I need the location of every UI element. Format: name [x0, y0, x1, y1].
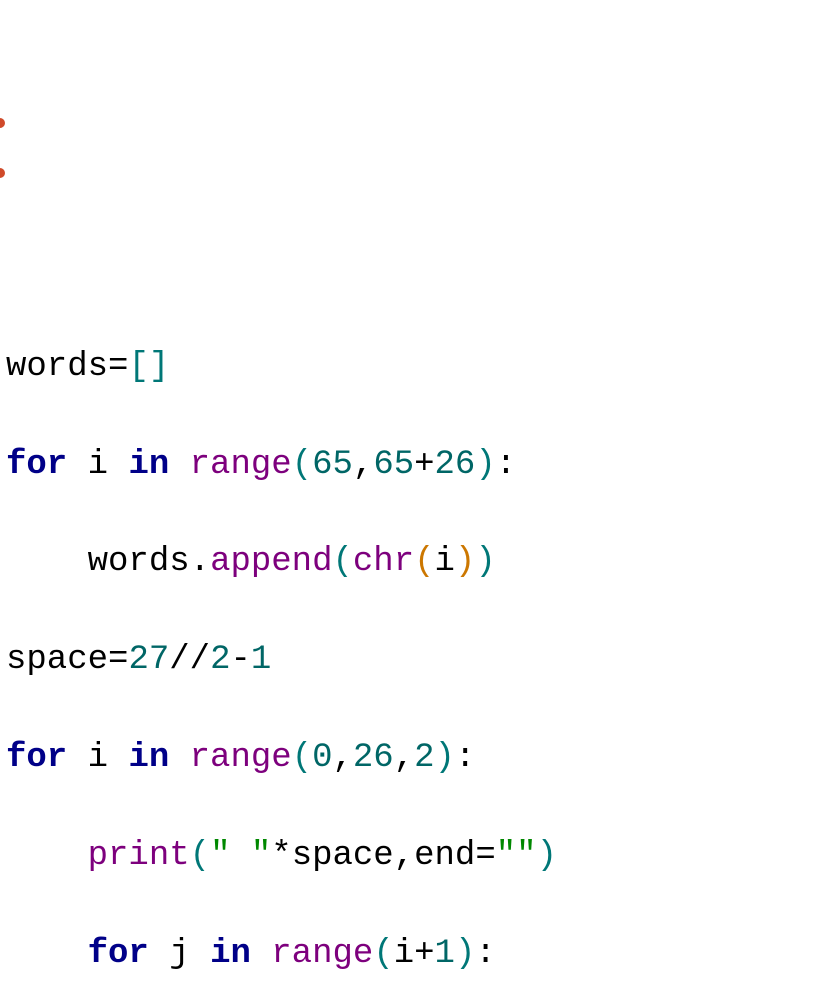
- paren-close: ): [435, 739, 455, 777]
- number-literal: 26: [435, 446, 476, 484]
- number-literal: 2: [210, 641, 230, 679]
- builtin-chr: chr: [353, 543, 414, 581]
- keyword-for: for: [6, 446, 67, 484]
- code-line[interactable]: for i in range(0,26,2):: [6, 734, 808, 783]
- keyword-in: in: [128, 446, 169, 484]
- identifier: i: [88, 739, 108, 777]
- indent: [6, 935, 88, 973]
- keyword-for: for: [6, 739, 67, 777]
- builtin-range: range: [271, 935, 373, 973]
- keyword-for: for: [88, 935, 149, 973]
- number-literal: 1: [251, 641, 271, 679]
- number-literal: 65: [312, 446, 353, 484]
- number-literal: 27: [128, 641, 169, 679]
- code-line[interactable]: words=[]: [6, 343, 808, 392]
- paren-open: (: [414, 543, 434, 581]
- identifier: words: [6, 348, 108, 386]
- operator-star: *: [271, 837, 291, 875]
- bracket-open: [: [128, 348, 148, 386]
- number-literal: 1: [435, 935, 455, 973]
- method-append: append: [210, 543, 332, 581]
- identifier: i: [394, 935, 414, 973]
- string-literal: "": [496, 837, 537, 875]
- code-line[interactable]: for i in range(65,65+26):: [6, 441, 808, 490]
- comma: ,: [394, 837, 414, 875]
- colon: :: [475, 935, 495, 973]
- paren-open: (: [373, 935, 393, 973]
- paren-close: ): [475, 543, 495, 581]
- keyword-in: in: [128, 739, 169, 777]
- number-literal: 2: [414, 739, 434, 777]
- identifier: j: [169, 935, 189, 973]
- comma: ,: [394, 739, 414, 777]
- paren-close: ): [455, 543, 475, 581]
- colon: :: [496, 446, 516, 484]
- indent: [6, 837, 88, 875]
- string-literal: " ": [210, 837, 271, 875]
- comma: ,: [333, 739, 353, 777]
- operator-assign: =: [108, 348, 128, 386]
- number-literal: 65: [373, 446, 414, 484]
- paren-close: ): [475, 446, 495, 484]
- operator-assign: =: [475, 837, 495, 875]
- code-editor[interactable]: words=[] for i in range(65,65+26): words…: [0, 196, 814, 1000]
- paren-close: ): [455, 935, 475, 973]
- paren-open: (: [292, 446, 312, 484]
- identifier: i: [435, 543, 455, 581]
- paren-close: ): [537, 837, 557, 875]
- operator-plus: +: [414, 446, 434, 484]
- paren-open: (: [190, 837, 210, 875]
- identifier: words: [88, 543, 190, 581]
- colon: :: [455, 739, 475, 777]
- keyword-in: in: [210, 935, 251, 973]
- identifier: space: [292, 837, 394, 875]
- operator-assign: =: [108, 641, 128, 679]
- breakpoint-dot[interactable]: [0, 168, 5, 178]
- code-line[interactable]: space=27//2-1: [6, 636, 808, 685]
- paren-open: (: [332, 543, 352, 581]
- identifier: i: [88, 446, 108, 484]
- builtin-range: range: [190, 739, 292, 777]
- dot: .: [190, 543, 210, 581]
- comma: ,: [353, 446, 373, 484]
- identifier: space: [6, 641, 108, 679]
- operator-floordiv: //: [169, 641, 210, 679]
- paren-open: (: [292, 739, 312, 777]
- bracket-close: ]: [149, 348, 169, 386]
- code-line[interactable]: for j in range(i+1):: [6, 930, 808, 979]
- breakpoint-dot[interactable]: [0, 118, 5, 128]
- operator-plus: +: [414, 935, 434, 973]
- number-literal: 26: [353, 739, 394, 777]
- code-line[interactable]: print(" "*space,end=""): [6, 832, 808, 881]
- identifier: end: [414, 837, 475, 875]
- builtin-print: print: [88, 837, 190, 875]
- builtin-range: range: [190, 446, 292, 484]
- operator-minus: -: [230, 641, 250, 679]
- number-literal: 0: [312, 739, 332, 777]
- code-line[interactable]: words.append(chr(i)): [6, 538, 808, 587]
- indent: [6, 543, 88, 581]
